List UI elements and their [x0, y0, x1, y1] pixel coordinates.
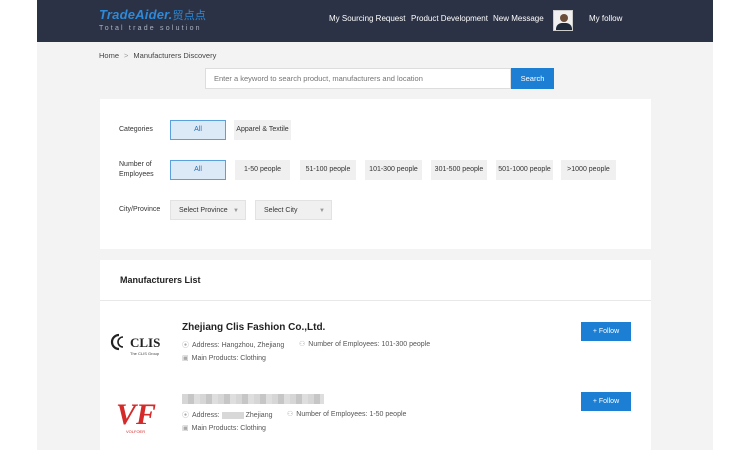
- logo-cn-text: 贸点点: [172, 10, 207, 22]
- company-employees: ⚇ Number of Employees: 101-300 people: [299, 340, 430, 348]
- chevron-down-icon: ▼: [319, 208, 325, 214]
- address-value: Zhejiang: [245, 412, 273, 419]
- list-item: VF VOLFOER ⦿ Address: Zhejiang ⚇ Number of …: [100, 392, 651, 450]
- user-avatar[interactable]: [553, 10, 573, 31]
- logo-tagline: Total trade solution: [99, 25, 202, 32]
- address-label: Address:: [192, 342, 220, 349]
- employees-chip-301-500[interactable]: 301-500 people: [431, 160, 487, 180]
- city-province-label: City/Province: [119, 206, 161, 213]
- search-button[interactable]: Search: [511, 68, 554, 89]
- avatar-body-shape: [556, 23, 572, 30]
- employees-chip-51-100[interactable]: 51-100 people: [300, 160, 356, 180]
- vf-logo-text: VF: [116, 398, 156, 431]
- filter-panel: Categories All Apparel & Textile Number …: [100, 99, 651, 249]
- location-pin-icon: ⦿: [182, 342, 189, 349]
- products-value: Clothing: [240, 355, 266, 362]
- address-redacted: [221, 411, 244, 419]
- employees-label: Number of Employees:: [308, 341, 380, 348]
- employees-value: 101-300 people: [381, 341, 431, 348]
- company-products: ▣ Main Products: Clothing: [182, 354, 266, 362]
- employees-label-line1: Number of: [119, 161, 152, 168]
- company-name[interactable]: Zhejiang Clis Fashion Co.,Ltd.: [182, 322, 325, 333]
- company-products: ▣ Main Products: Clothing: [182, 424, 266, 432]
- chevron-down-icon: ▼: [233, 208, 239, 214]
- employees-label-line2: Employees: [119, 171, 154, 178]
- app-frame: TradeAider.贸点点 Total trade solution My S…: [37, 0, 713, 450]
- products-value: Clothing: [240, 425, 266, 432]
- breadcrumb: Home > Manufacturers Discovery: [99, 51, 216, 60]
- address-label: Address:: [192, 412, 220, 419]
- manufacturers-list: Manufacturers List CLIS The CLIS Group Z…: [100, 260, 651, 450]
- breadcrumb-current: Manufacturers Discovery: [133, 51, 217, 60]
- province-select-value: Select Province: [179, 207, 228, 214]
- employees-label: Number of Employees:: [296, 411, 368, 418]
- clis-logo-subtext: The CLIS Group: [130, 351, 160, 356]
- city-select-value: Select City: [264, 207, 298, 214]
- products-label: Main Products:: [191, 355, 239, 362]
- employees-label: Number of Employees: [119, 160, 154, 180]
- people-icon: ⚇: [299, 341, 306, 348]
- logo-text: TradeAider.: [99, 7, 173, 22]
- people-icon: ⚇: [287, 411, 294, 418]
- company-name-redacted: [182, 394, 324, 404]
- breadcrumb-separator: >: [124, 51, 129, 60]
- nav-my-follow[interactable]: My follow: [589, 0, 622, 42]
- list-item: CLIS The CLIS Group Zhejiang Clis Fashio…: [100, 322, 651, 382]
- product-box-icon: ▣: [182, 425, 189, 432]
- category-chip-all[interactable]: All: [170, 120, 226, 140]
- nav-my-sourcing-request[interactable]: My Sourcing Request: [329, 0, 405, 42]
- products-label: Main Products:: [191, 425, 239, 432]
- avatar-head-shape: [560, 14, 568, 22]
- city-select[interactable]: Select City ▼: [255, 200, 332, 220]
- breadcrumb-home[interactable]: Home: [99, 51, 119, 60]
- vf-logo-subtext: VOLFOER: [126, 429, 145, 434]
- categories-label: Categories: [119, 126, 153, 133]
- company-address: ⦿ Address: Hangzhou, Zhejiang: [182, 340, 284, 350]
- employees-chip-101-300[interactable]: 101-300 people: [365, 160, 422, 180]
- employees-chip-1000-plus[interactable]: >1000 people: [561, 160, 616, 180]
- list-divider: [100, 300, 651, 301]
- employees-chip-1-50[interactable]: 1-50 people: [235, 160, 290, 180]
- category-chip-apparel-textile[interactable]: Apparel & Textile: [234, 120, 291, 140]
- employees-chip-501-1000[interactable]: 501-1000 people: [496, 160, 553, 180]
- follow-button[interactable]: + Follow: [581, 392, 631, 411]
- follow-button[interactable]: + Follow: [581, 322, 631, 341]
- company-address: ⦿ Address: Zhejiang: [182, 410, 272, 420]
- location-pin-icon: ⦿: [182, 412, 189, 419]
- address-value: Hangzhou, Zhejiang: [221, 342, 285, 349]
- volfoer-company-logo[interactable]: VF VOLFOER: [110, 396, 170, 441]
- tradeaider-logo[interactable]: TradeAider.贸点点 Total trade solution: [99, 7, 207, 33]
- province-select[interactable]: Select Province ▼: [170, 200, 246, 220]
- employees-value: 1-50 people: [369, 411, 407, 418]
- clis-logo-text: CLIS: [130, 335, 160, 350]
- product-box-icon: ▣: [182, 355, 189, 362]
- search-input[interactable]: [205, 68, 511, 89]
- top-navbar: TradeAider.贸点点 Total trade solution My S…: [37, 0, 713, 42]
- nav-new-message[interactable]: New Message: [493, 0, 544, 42]
- clis-company-logo[interactable]: CLIS The CLIS Group: [110, 330, 170, 363]
- employees-chip-all[interactable]: All: [170, 160, 226, 180]
- list-title: Manufacturers List: [120, 275, 201, 285]
- company-employees: ⚇ Number of Employees: 1-50 people: [287, 410, 406, 418]
- nav-product-development[interactable]: Product Development: [411, 0, 488, 42]
